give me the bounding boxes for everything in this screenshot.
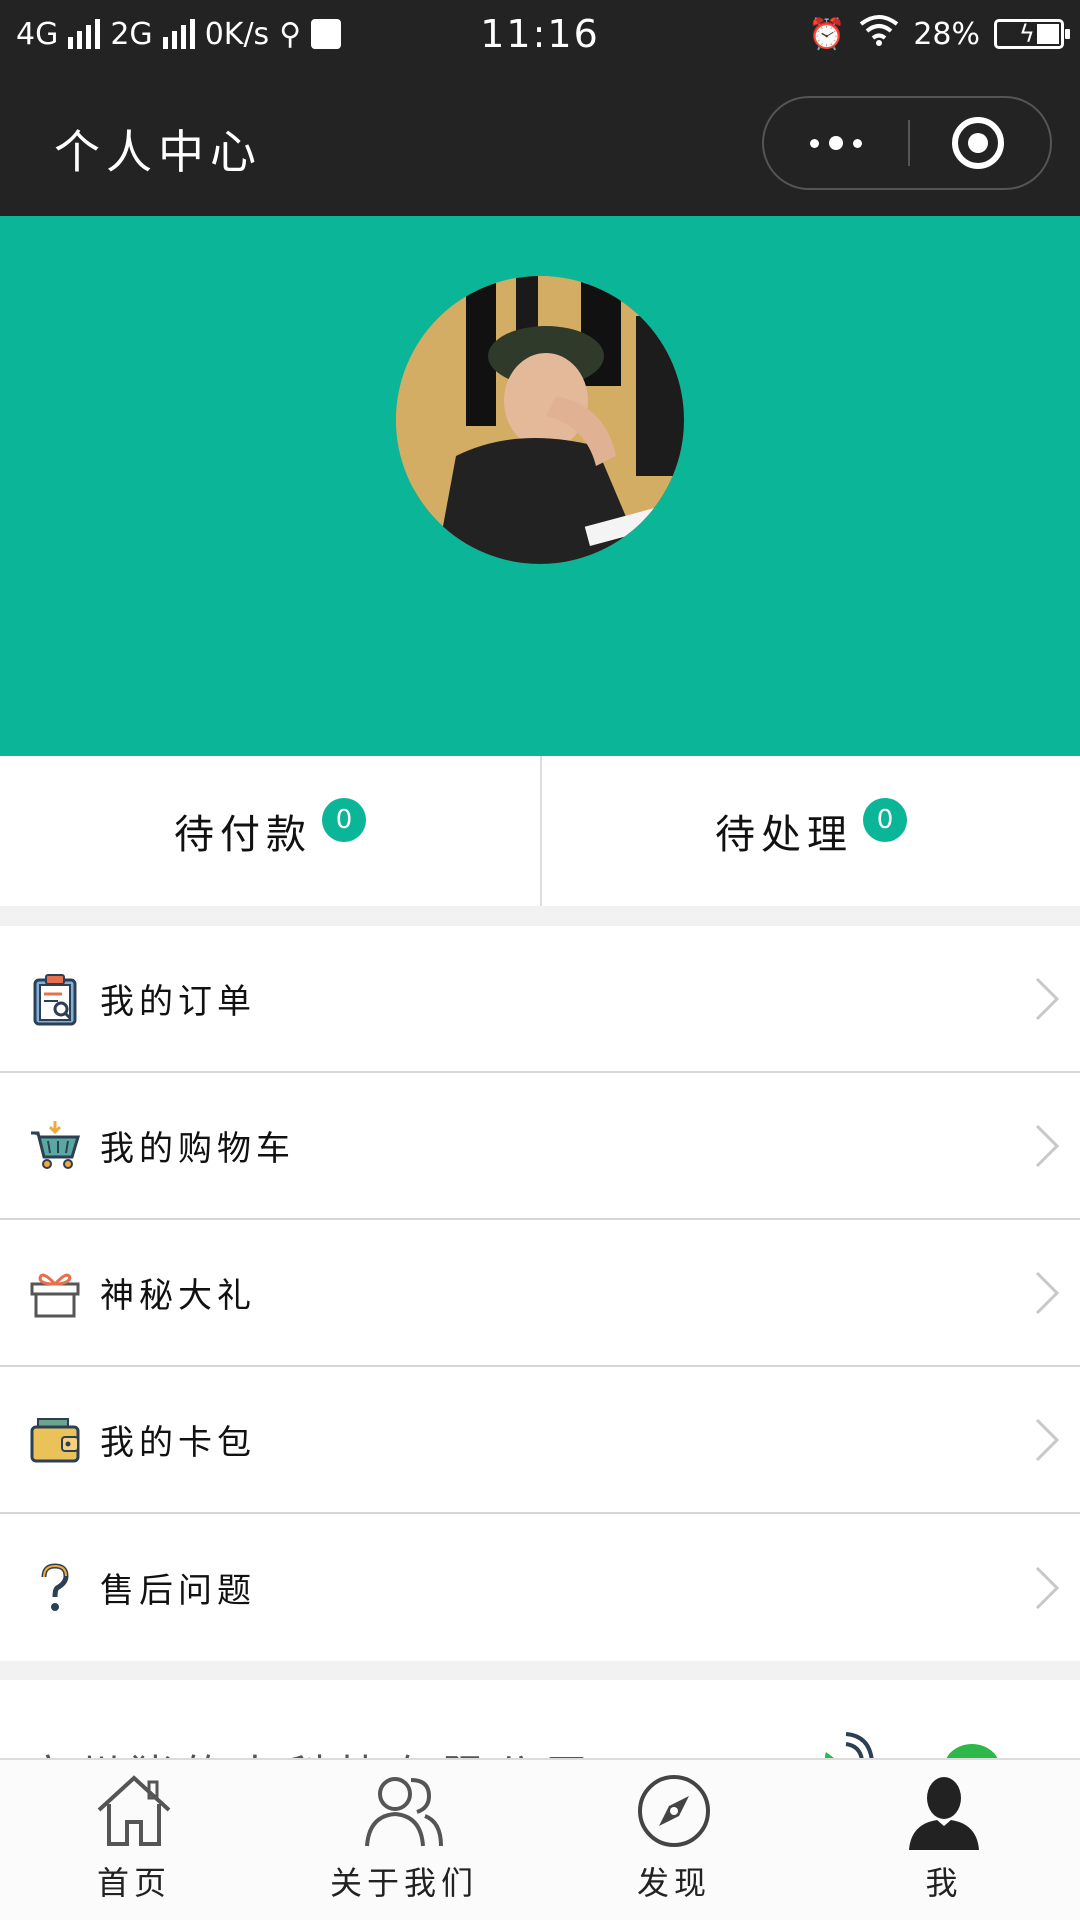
- menu-item-label: 我的订单: [100, 982, 256, 1022]
- status-right: ⏰ 28% ϟ: [807, 14, 1070, 54]
- page-title: 个人中心: [54, 125, 262, 179]
- shopping-cart-icon: [28, 1119, 82, 1173]
- tab-me[interactable]: 我: [844, 1768, 1044, 1918]
- tab-discover[interactable]: 发现: [574, 1768, 774, 1918]
- menu-item-wallet[interactable]: 我的卡包: [0, 1367, 1080, 1514]
- tab-label: 我: [925, 1864, 963, 1902]
- avatar[interactable]: [396, 276, 684, 564]
- tab-about-us[interactable]: 关于我们: [304, 1768, 504, 1918]
- status-bar: 4G 2G 0K/s ⚲ 11:16 ⏰ 28% ϟ: [0, 0, 1080, 68]
- battery-icon: ϟ: [994, 19, 1070, 49]
- wifi-icon: [859, 14, 899, 54]
- nav-bar: 个人中心: [0, 68, 1080, 216]
- menu-list: 我的订单 我的购物车 神秘大礼 我的卡包 售后问题: [0, 926, 1080, 1661]
- menu-item-orders[interactable]: 我的订单: [0, 926, 1080, 1073]
- more-dots-icon: [810, 138, 819, 148]
- stat-pending-process[interactable]: 待处理 0: [540, 756, 1080, 906]
- more-button[interactable]: [764, 98, 908, 188]
- menu-item-gift[interactable]: 神秘大礼: [0, 1220, 1080, 1367]
- menu-item-label: 神秘大礼: [100, 1276, 256, 1316]
- question-icon: [28, 1561, 82, 1615]
- chevron-right-icon: [1034, 1270, 1060, 1316]
- menu-item-label: 我的购物车: [100, 1129, 295, 1169]
- mini-program-capsule: [762, 96, 1052, 190]
- gift-icon: [28, 1266, 82, 1320]
- chevron-right-icon: [1034, 976, 1060, 1022]
- menu-item-label: 我的卡包: [100, 1423, 256, 1463]
- stat-label: 待付款: [174, 812, 312, 858]
- close-button[interactable]: [906, 98, 1050, 188]
- tab-label: 关于我们: [329, 1864, 478, 1902]
- target-close-icon: [952, 117, 1004, 169]
- chevron-right-icon: [1034, 1565, 1060, 1611]
- menu-item-cart[interactable]: 我的购物车: [0, 1073, 1080, 1220]
- order-stats: 待付款 0 待处理 0: [0, 756, 1080, 906]
- menu-item-label: 售后问题: [100, 1571, 256, 1611]
- company-footer: 广州猪的人科技有限公司: [0, 1680, 1080, 1760]
- chevron-right-icon: [1034, 1123, 1060, 1169]
- alarm-icon: ⏰: [807, 16, 846, 52]
- count-badge: 0: [322, 798, 366, 842]
- menu-item-after-sales[interactable]: 售后问题: [0, 1514, 1080, 1661]
- clipboard-icon: [28, 972, 82, 1026]
- phone-icon[interactable]: [816, 1732, 876, 1760]
- tab-label: 首页: [96, 1864, 171, 1902]
- person-icon: [901, 1768, 987, 1854]
- stat-pending-payment[interactable]: 待付款 0: [0, 756, 540, 906]
- avatar-photo: [396, 276, 684, 564]
- tab-label: 发现: [636, 1864, 711, 1902]
- users-icon: [361, 1768, 447, 1854]
- tab-bar: 首页 关于我们 发现 我: [0, 1758, 1080, 1920]
- wechat-icon[interactable]: [942, 1734, 1012, 1760]
- stat-label: 待处理: [715, 812, 853, 858]
- home-icon: [91, 1768, 177, 1854]
- count-badge: 0: [863, 798, 907, 842]
- profile-header: [0, 216, 1080, 756]
- wallet-icon: [28, 1413, 82, 1467]
- chevron-right-icon: [1034, 1417, 1060, 1463]
- battery-percent: 28%: [913, 16, 980, 52]
- tab-home[interactable]: 首页: [34, 1768, 234, 1918]
- compass-icon: [631, 1768, 717, 1854]
